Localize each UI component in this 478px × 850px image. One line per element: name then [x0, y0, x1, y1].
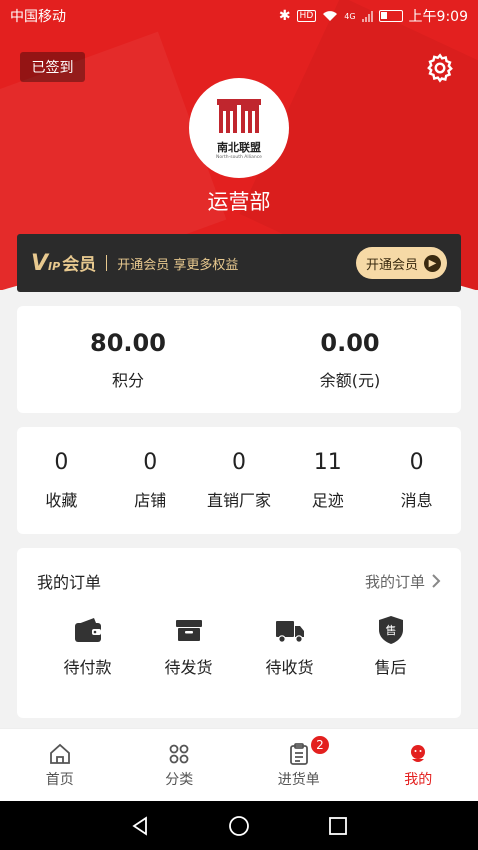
wallet-icon [74, 618, 101, 642]
logo-name: 南北联盟 [217, 140, 261, 154]
vip-logo: V IP 会员 [31, 250, 96, 276]
cart-count-badge: 2 [310, 735, 330, 755]
stat-value: 0 [231, 450, 246, 475]
stat-messages[interactable]: 0 消息 [372, 427, 461, 534]
points-cell[interactable]: 80.00 积分 [17, 306, 239, 413]
tab-label: 分类 [165, 771, 194, 788]
vip-divider [106, 255, 108, 271]
tab-category[interactable]: 分类 [120, 729, 240, 801]
order-status-label: 待收货 [265, 658, 314, 677]
stats-card: 0 收藏 0 店铺 0 直销厂家 11 足迹 0 消息 [17, 427, 461, 534]
stat-footprints[interactable]: 11 足迹 [283, 427, 372, 534]
all-orders-label: 我的订单 [364, 572, 425, 591]
hd-badge: HD [296, 10, 317, 22]
tab-mine[interactable]: 我的 [359, 729, 478, 801]
vip-logo-text: 会员 [62, 255, 97, 275]
order-status-row: 待付款 待发货 待收货 售 售后 [17, 614, 461, 678]
truck-icon [275, 621, 304, 643]
points-value: 80.00 [90, 328, 166, 357]
stat-value: 0 [143, 450, 158, 475]
system-navigation-bar [0, 801, 478, 850]
stat-shops[interactable]: 0 店铺 [106, 427, 195, 534]
network-type: 4G [344, 11, 356, 21]
category-icon [169, 744, 189, 763]
vip-logo-ip: IP [48, 260, 61, 273]
order-pending-receipt[interactable]: 待收货 [239, 614, 340, 678]
stat-label: 消息 [400, 491, 433, 510]
vip-logo-v: V [31, 251, 49, 276]
recent-apps-icon[interactable] [326, 814, 350, 838]
battery-icon [378, 10, 403, 22]
tab-home[interactable]: 首页 [0, 729, 120, 801]
orders-card: 我的订单 我的订单 待付款 待发货 待收货 售 售后 [17, 548, 461, 718]
balance-cell[interactable]: 0.00 余额(元) [239, 306, 461, 413]
stat-label: 直销厂家 [206, 491, 271, 510]
gear-icon[interactable] [424, 52, 456, 84]
vip-banner[interactable]: V IP 会员 开通会员 享更多权益 开通会员 ▶ [17, 234, 461, 292]
tab-purchase-list[interactable]: 进货单 2 [239, 729, 359, 801]
signal-icon [361, 10, 373, 22]
logo-subtitle: North-south Alliance [216, 154, 262, 160]
stat-favorites[interactable]: 0 收藏 [17, 427, 106, 534]
carrier-label: 中国移动 [10, 9, 66, 25]
order-pending-shipment[interactable]: 待发货 [138, 614, 239, 678]
clock: 上午9:09 [408, 9, 468, 25]
stat-direct-factories[interactable]: 0 直销厂家 [195, 427, 284, 534]
stat-value: 0 [54, 450, 69, 475]
alliance-logo-icon [217, 98, 261, 133]
order-status-label: 待发货 [164, 658, 213, 677]
balance-card: 80.00 积分 0.00 余额(元) [17, 306, 461, 413]
profile-icon [411, 744, 426, 762]
tab-label: 进货单 [277, 771, 320, 788]
after-sale-icon: 售 [378, 616, 403, 644]
status-bar: 中国移动 ✱ HD 4G 上午9:09 [0, 0, 478, 32]
stat-label: 足迹 [311, 491, 344, 510]
all-orders-link[interactable]: 我的订单 [365, 571, 441, 592]
orders-title: 我的订单 [37, 573, 102, 592]
orders-header: 我的订单 我的订单 [17, 548, 461, 614]
bluetooth-icon: ✱ [278, 8, 291, 24]
stat-label: 收藏 [45, 491, 78, 510]
open-membership-button[interactable]: 开通会员 ▶ [355, 247, 447, 279]
home-icon [49, 743, 70, 764]
stat-value: 11 [313, 450, 342, 475]
stat-label: 店铺 [134, 491, 167, 510]
points-label: 积分 [111, 370, 144, 390]
wifi-icon [323, 11, 338, 21]
balance-label: 余额(元) [319, 370, 381, 390]
open-membership-label: 开通会员 [365, 257, 418, 273]
box-icon [175, 620, 202, 641]
tab-label: 我的 [404, 771, 433, 788]
chevron-right-icon [432, 574, 441, 588]
home-circle-icon[interactable] [227, 814, 251, 838]
order-status-label: 售后 [374, 658, 407, 677]
avatar[interactable]: 南北联盟 North-south Alliance [189, 78, 289, 178]
signed-in-badge[interactable]: 已签到 [20, 52, 85, 82]
balance-value: 0.00 [320, 328, 380, 357]
back-icon[interactable] [128, 814, 152, 838]
order-pending-payment[interactable]: 待付款 [37, 614, 138, 678]
clipboard-icon [289, 742, 308, 765]
order-status-label: 待付款 [63, 658, 112, 677]
order-after-sale[interactable]: 售 售后 [340, 614, 441, 678]
username: 运营部 [207, 190, 271, 214]
vip-description: 开通会员 享更多权益 [117, 257, 239, 273]
after-sale-glyph: 售 [385, 623, 396, 637]
chevron-right-icon: ▶ [424, 254, 441, 272]
stat-value: 0 [409, 450, 424, 475]
tab-label: 首页 [45, 771, 74, 788]
bottom-tab-bar: 首页 分类 进货单 2 我的 [0, 728, 478, 801]
